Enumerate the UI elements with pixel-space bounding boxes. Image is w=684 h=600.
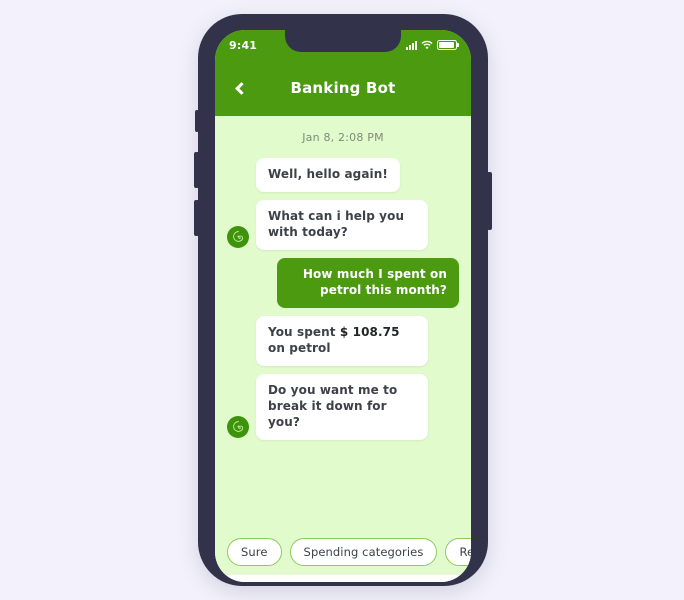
battery-icon <box>437 40 457 50</box>
bot-avatar-icon <box>227 225 249 248</box>
chat-message-list[interactable]: Jan 8, 2:08 PM Well, hello again! What c… <box>215 116 471 530</box>
message-row-bot: Do you want me to break it down for you? <box>227 373 459 440</box>
volume-up-button[interactable] <box>194 152 199 188</box>
status-time: 9:41 <box>229 38 258 52</box>
amount-value: $ 108.75 <box>339 324 400 339</box>
page-title: Banking Bot <box>290 79 396 97</box>
message-input-bar: Ask me something <box>215 574 471 582</box>
quick-reply-bar[interactable]: Sure Spending categories Recent <box>215 530 471 574</box>
message-bubble-bot-amount: You spent $ 108.75 on petrol <box>256 315 428 366</box>
message-bubble-bot: Do you want me to break it down for you? <box>256 373 428 440</box>
phone-notch <box>285 30 401 52</box>
quick-reply-chip-sure[interactable]: Sure <box>227 538 282 566</box>
phone-mockup: 9:41 Banking Bot Jan 8, 2:08 PM Well, he… <box>194 14 492 586</box>
avatar-spacer <box>227 191 256 192</box>
message-row-bot: Well, hello again! <box>227 158 459 192</box>
message-row-user: How much I spent on petrol this month? <box>227 257 459 308</box>
chat-date-divider: Jan 8, 2:08 PM <box>302 131 384 144</box>
bot-avatar-icon <box>227 415 249 438</box>
wifi-icon <box>421 40 433 50</box>
amount-text-before: You spent <box>268 324 340 339</box>
avatar-spacer <box>227 365 256 366</box>
quick-reply-chip-spending-categories[interactable]: Spending categories <box>289 538 438 566</box>
app-header: Banking Bot <box>215 60 471 116</box>
power-button[interactable] <box>487 172 492 230</box>
phone-screen: 9:41 Banking Bot Jan 8, 2:08 PM Well, he… <box>215 30 471 582</box>
quick-reply-chip-recent[interactable]: Recent <box>445 538 471 566</box>
status-icons-group <box>406 40 457 50</box>
message-bubble-user: How much I spent on petrol this month? <box>277 257 459 308</box>
message-bubble-bot: What can i help you with today? <box>256 199 428 250</box>
message-bubble-bot: Well, hello again! <box>256 158 400 192</box>
message-row-bot: You spent $ 108.75 on petrol <box>227 315 459 366</box>
mute-switch-button[interactable] <box>195 110 199 132</box>
signal-icon <box>406 41 417 50</box>
volume-down-button[interactable] <box>194 200 199 236</box>
message-row-bot: What can i help you with today? <box>227 199 459 250</box>
amount-text-after: on petrol <box>268 340 331 355</box>
